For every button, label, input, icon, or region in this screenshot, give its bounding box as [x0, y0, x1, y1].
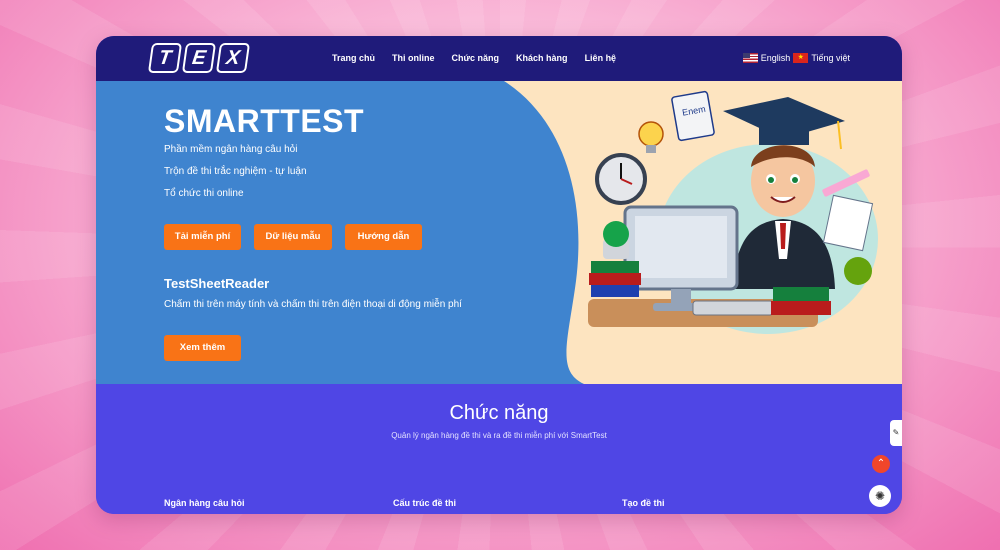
features-section: Chức năng Quản lý ngân hàng đề thi và ra… — [96, 384, 902, 514]
nav-contact[interactable]: Liên hệ — [585, 53, 617, 63]
feature-exam-structure[interactable]: Cấu trúc đề thi — [393, 498, 456, 508]
sample-data-button[interactable]: Dữ liệu mẫu — [254, 224, 332, 250]
guide-button[interactable]: Hướng dẫn — [345, 224, 422, 250]
testsheetreader-title: TestSheetReader — [164, 276, 270, 291]
feature-question-bank[interactable]: Ngân hàng câu hỏi — [164, 498, 245, 508]
language-switcher: English ★ Tiếng việt — [742, 53, 850, 63]
main-menu: Trang chủ Thi online Chức năng Khách hàn… — [332, 53, 616, 63]
hero-line-1: Phần mềm ngân hàng câu hỏi — [164, 144, 298, 155]
student-computer-illustration: Enem — [588, 90, 878, 334]
browser-frame: T E X Trang chủ Thi online Chức năng Khá… — [96, 36, 902, 514]
nav-home[interactable]: Trang chủ — [332, 53, 375, 63]
nav-features[interactable]: Chức năng — [452, 53, 500, 63]
hero-line-3: Tổ chức thi online — [164, 188, 244, 199]
hero-title: SMARTTEST — [164, 103, 365, 139]
top-navbar: T E X Trang chủ Thi online Chức năng Khá… — [96, 36, 902, 81]
lang-vietnamese[interactable]: Tiếng việt — [811, 53, 850, 63]
features-desc: Quản lý ngân hàng đề thi và ra đề thi mi… — [391, 431, 607, 440]
us-flag-icon[interactable] — [742, 53, 758, 63]
nav-customers[interactable]: Khách hàng — [516, 53, 568, 63]
chat-widget-icon[interactable]: ✺ — [869, 485, 891, 507]
hero-section: SMARTTEST Phần mềm ngân hàng câu hỏi Trộ… — [96, 81, 902, 384]
side-feedback-tab[interactable]: ✎ — [890, 420, 902, 446]
logo-letter-t: T — [147, 43, 183, 73]
scroll-top-button[interactable]: ⌃ — [872, 455, 890, 473]
vn-flag-icon[interactable]: ★ — [793, 53, 809, 63]
tex-logo[interactable]: T E X — [147, 43, 251, 73]
see-more-button[interactable]: Xem thêm — [164, 335, 241, 361]
lang-english[interactable]: English — [761, 53, 791, 63]
hero-line-2: Trộn đề thi trắc nghiệm - tự luận — [164, 166, 307, 177]
features-title: Chức năng — [449, 402, 549, 424]
nav-online-exam[interactable]: Thi online — [392, 53, 435, 63]
logo-letter-x: X — [215, 43, 251, 73]
feature-create-exam[interactable]: Tạo đề thi — [622, 498, 665, 508]
download-free-button[interactable]: Tải miễn phí — [164, 224, 241, 250]
logo-letter-e: E — [181, 43, 217, 73]
testsheetreader-desc: Chấm thi trên máy tính và chấm thi trên … — [164, 299, 462, 310]
